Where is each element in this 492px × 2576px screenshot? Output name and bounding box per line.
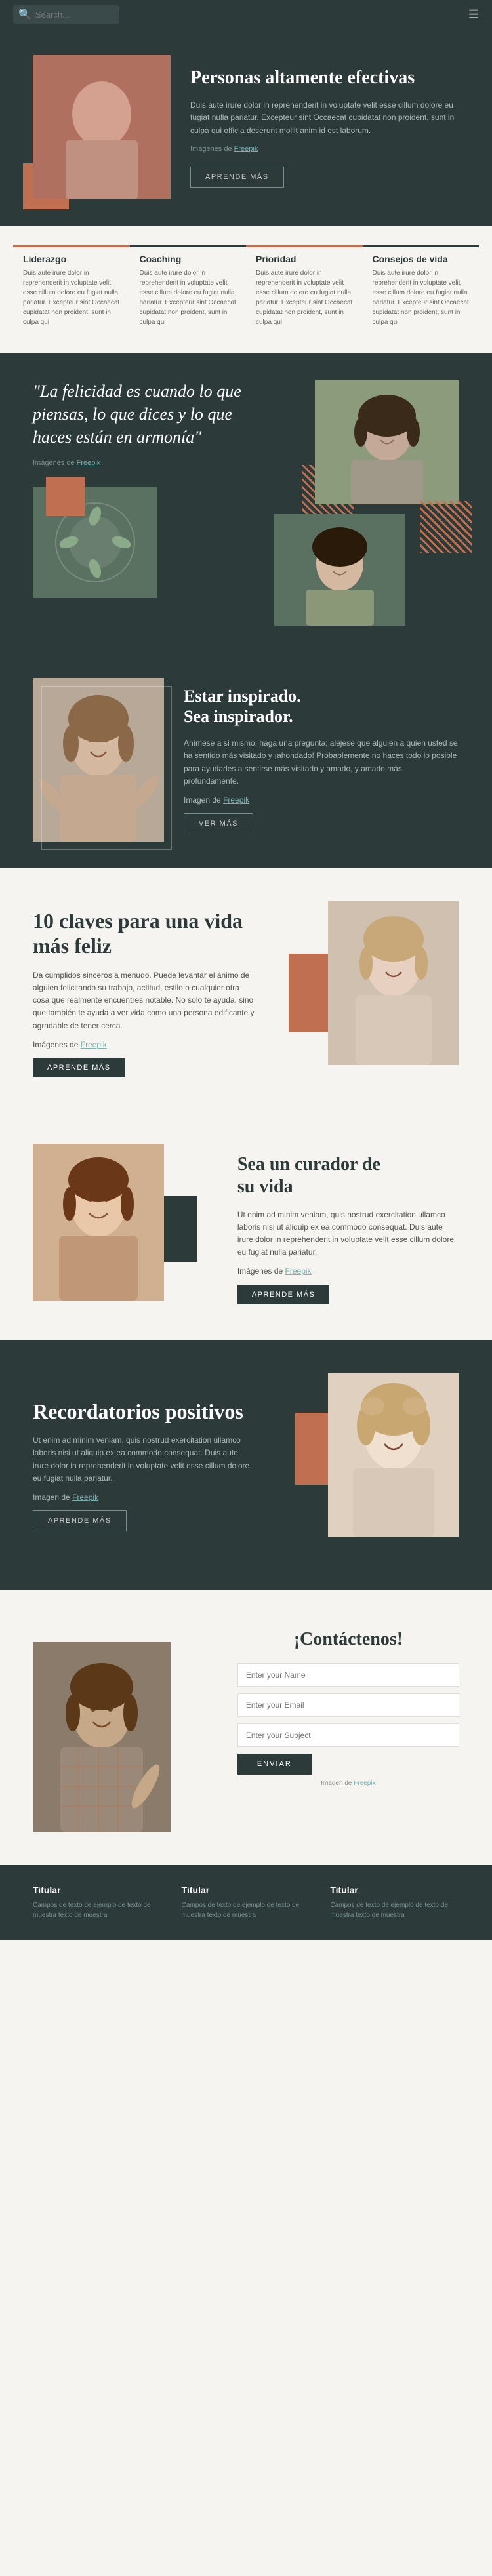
claves-content: 10 claves para una vida más feliz Da cum… bbox=[33, 908, 255, 1077]
inspired-image-wrap bbox=[33, 678, 164, 842]
inspired-title: Estar inspirado. Sea inspirador. bbox=[184, 686, 459, 727]
quote-right bbox=[274, 380, 459, 626]
card-title-0: Liderazgo bbox=[23, 254, 120, 264]
hero-content: Personas altamente efectivas Duis aute i… bbox=[190, 67, 459, 188]
footer-title-1: Titular bbox=[182, 1885, 311, 1895]
hero-image-credit: Imágenes de Freepik bbox=[190, 144, 459, 155]
curador-credit: Imágenes de Freepik bbox=[237, 1265, 459, 1278]
inspired-content: Estar inspirado. Sea inspirador. Anímese… bbox=[184, 686, 459, 834]
claves-image-wrap bbox=[274, 901, 459, 1085]
curador-body: Ut enim ad minim veniam, quis nostrud ex… bbox=[237, 1209, 459, 1259]
freepik-link[interactable]: Freepik bbox=[234, 145, 258, 153]
inspired-freepik-link[interactable]: Freepik bbox=[223, 795, 249, 805]
card-consejos: Consejos de vida Duis aute irure dolor i… bbox=[363, 245, 480, 334]
quote-credit: Imágenes de Freepik bbox=[33, 459, 255, 467]
inspired-cta-button[interactable]: VER MÁS bbox=[184, 813, 253, 834]
curador-cta-button[interactable]: APRENDE MÁS bbox=[237, 1285, 330, 1304]
recordatorios-body: Ut enim ad minim veniam, quis nostrud ex… bbox=[33, 1434, 255, 1485]
footer-title-0: Titular bbox=[33, 1885, 162, 1895]
search-input[interactable] bbox=[35, 10, 114, 20]
curador-content: Sea un curador de su vida Ut enim ad min… bbox=[237, 1154, 459, 1304]
claves-image bbox=[328, 901, 459, 1065]
claves-body: Da cumplidos sinceros a menudo. Puede le… bbox=[33, 969, 255, 1032]
card-text-3: Duis aute irure dolor in reprehenderit i… bbox=[373, 268, 470, 327]
footer-col-2: Titular Campos de texto de ejemplo de te… bbox=[330, 1885, 459, 1920]
card-liderazgo: Liderazgo Duis aute irure dolor in repre… bbox=[13, 245, 130, 334]
card-coaching: Coaching Duis aute irure dolor in repreh… bbox=[130, 245, 247, 334]
recordatorios-section: Recordatorios positivos Ut enim ad minim… bbox=[0, 1340, 492, 1590]
card-prioridad: Prioridad Duis aute irure dolor in repre… bbox=[246, 245, 363, 334]
quote-stripe-accent-2 bbox=[420, 501, 472, 553]
claves-freepik-link[interactable]: Freepik bbox=[81, 1040, 107, 1049]
contact-email-input[interactable] bbox=[237, 1693, 459, 1717]
inspired-section: Estar inspirado. Sea inspirador. Anímese… bbox=[0, 652, 492, 868]
curador-freepik-link[interactable]: Freepik bbox=[285, 1266, 312, 1276]
hero-image-wrap bbox=[33, 55, 171, 199]
recordatorios-cta-button[interactable]: APRENDE MÁS bbox=[33, 1510, 127, 1531]
contact-form: ENVIAR bbox=[237, 1663, 459, 1775]
contact-section: ¡Contáctenos! ENVIAR Imagen de Freepik bbox=[0, 1590, 492, 1865]
inspired-body: Anímese a sí mismo: haga una pregunta; a… bbox=[184, 737, 459, 788]
card-title-1: Coaching bbox=[140, 254, 237, 264]
card-title-2: Prioridad bbox=[256, 254, 353, 264]
search-bar[interactable]: 🔍 bbox=[13, 5, 119, 24]
recordatorios-freepik-link[interactable]: Freepik bbox=[72, 1493, 98, 1502]
contact-submit-button[interactable]: ENVIAR bbox=[237, 1754, 312, 1775]
card-title-3: Consejos de vida bbox=[373, 254, 470, 264]
hamburger-icon[interactable]: ☰ bbox=[468, 8, 479, 22]
quote-image-1 bbox=[315, 380, 459, 504]
claves-title: 10 claves para una vida más feliz bbox=[33, 908, 255, 959]
footer-title-2: Titular bbox=[330, 1885, 459, 1895]
curador-title: Sea un curador de su vida bbox=[237, 1154, 459, 1197]
recordatorios-title: Recordatorios positivos bbox=[33, 1399, 255, 1424]
contact-freepik-link[interactable]: Freepik bbox=[354, 1780, 375, 1787]
footer-text-1: Campos de texto de ejemplo de texto de m… bbox=[182, 1901, 311, 1920]
card-text-0: Duis aute irure dolor in reprehenderit i… bbox=[23, 268, 120, 327]
quote-section: "La felicidad es cuando lo que piensas, … bbox=[0, 353, 492, 652]
quote-image-2 bbox=[274, 514, 405, 626]
recordatorios-image bbox=[328, 1373, 459, 1537]
footer: Titular Campos de texto de ejemplo de te… bbox=[0, 1865, 492, 1940]
card-text-2: Duis aute irure dolor in reprehenderit i… bbox=[256, 268, 353, 327]
recordatorios-credit: Imagen de Freepik bbox=[33, 1491, 255, 1504]
quote-freepik-link[interactable]: Freepik bbox=[77, 459, 101, 467]
curador-image-wrap bbox=[33, 1144, 218, 1314]
contact-image bbox=[33, 1642, 171, 1832]
contact-image-wrap bbox=[33, 1622, 218, 1832]
hero-title: Personas altamente efectivas bbox=[190, 67, 459, 89]
cards-section: Liderazgo Duis aute irure dolor in repre… bbox=[0, 226, 492, 353]
hero-cta-button[interactable]: APRENDE MÁS bbox=[190, 167, 284, 188]
quote-left: "La felicidad es cuando lo que piensas, … bbox=[33, 380, 255, 618]
claves-credit: Imágenes de Freepik bbox=[33, 1039, 255, 1051]
curador-section: Sea un curador de su vida Ut enim ad min… bbox=[0, 1117, 492, 1340]
quote-text: "La felicidad es cuando lo que piensas, … bbox=[33, 380, 255, 449]
inspired-image bbox=[33, 678, 164, 842]
footer-text-2: Campos de texto de ejemplo de texto de m… bbox=[330, 1901, 459, 1920]
recordatorios-content: Recordatorios positivos Ut enim ad minim… bbox=[33, 1399, 255, 1531]
inspired-credit: Imagen de Freepik bbox=[184, 794, 459, 807]
recordatorios-image-wrap bbox=[274, 1373, 459, 1557]
hero-image bbox=[33, 55, 171, 199]
hero-section: Personas altamente efectivas Duis aute i… bbox=[0, 29, 492, 226]
contact-content: ¡Contáctenos! ENVIAR Imagen de Freepik bbox=[237, 1622, 459, 1787]
footer-text-0: Campos de texto de ejemplo de texto de m… bbox=[33, 1901, 162, 1920]
contact-name-input[interactable] bbox=[237, 1663, 459, 1687]
card-text-1: Duis aute irure dolor in reprehenderit i… bbox=[140, 268, 237, 327]
hero-body: Duis aute irure dolor in reprehenderit i… bbox=[190, 99, 459, 137]
search-icon: 🔍 bbox=[18, 8, 31, 21]
footer-col-1: Titular Campos de texto de ejemplo de te… bbox=[182, 1885, 311, 1920]
contact-subject-input[interactable] bbox=[237, 1723, 459, 1747]
curador-image bbox=[33, 1144, 164, 1301]
contact-title: ¡Contáctenos! bbox=[237, 1629, 459, 1650]
claves-cta-button[interactable]: APRENDE MÁS bbox=[33, 1058, 125, 1077]
contact-credit: Imagen de Freepik bbox=[237, 1780, 459, 1787]
claves-section: 10 claves para una vida más feliz Da cum… bbox=[0, 868, 492, 1117]
navigation: 🔍 ☰ bbox=[0, 0, 492, 29]
footer-col-0: Titular Campos de texto de ejemplo de te… bbox=[33, 1885, 162, 1920]
